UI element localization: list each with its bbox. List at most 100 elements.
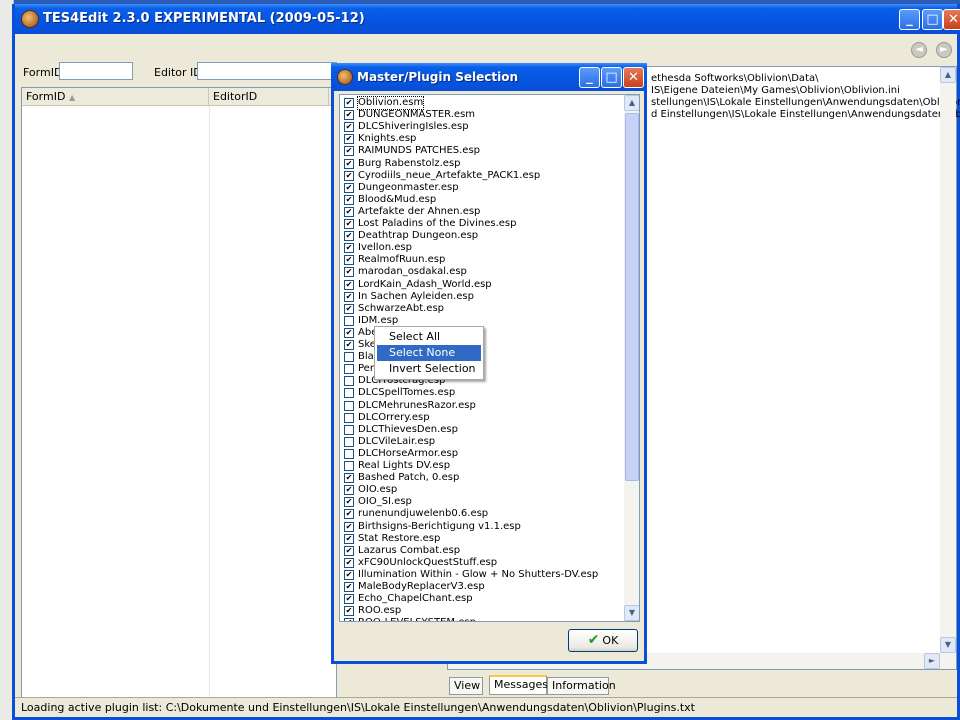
dialog-titlebar[interactable]: Master/Plugin Selection _ □ ✕ [331, 63, 647, 91]
plugin-checkbox[interactable] [344, 473, 354, 484]
plugin-item[interactable]: DLCThievesDen.esp [342, 424, 632, 436]
plugin-checkbox[interactable] [344, 388, 354, 399]
plugin-checkbox[interactable] [344, 412, 354, 423]
plugin-checkbox[interactable] [344, 364, 354, 375]
plugin-checkbox[interactable] [344, 194, 354, 205]
main-titlebar[interactable]: TES4Edit 2.3.0 EXPERIMENTAL (2009-05-12)… [15, 4, 960, 34]
plugin-checkbox[interactable] [344, 158, 354, 169]
plugin-checkbox[interactable] [344, 219, 354, 229]
plugin-checkbox[interactable] [344, 485, 354, 496]
plugin-checkbox[interactable] [344, 327, 354, 338]
plugin-checkbox[interactable] [344, 206, 354, 217]
dialog-close-button[interactable]: ✕ [623, 67, 644, 88]
scroll-up-button[interactable]: ▲ [624, 95, 639, 111]
dialog-maximize-button[interactable]: □ [601, 67, 622, 88]
forward-button[interactable]: ► [936, 42, 952, 58]
menu-item-select-none[interactable]: Select None [377, 345, 481, 361]
plugin-checkbox[interactable] [344, 170, 354, 181]
plugin-item[interactable]: runenundjuwelenb0.6.esp [342, 508, 632, 520]
plugin-checkbox[interactable] [344, 134, 354, 145]
tab-view[interactable]: View [449, 677, 483, 695]
plugin-checkbox[interactable] [344, 110, 354, 121]
messages-vscroll[interactable]: ▲ ▼ [940, 67, 956, 653]
plugin-item[interactable]: DLCOrrery.esp [342, 412, 632, 424]
column-header-editorid[interactable]: EditorID [209, 88, 329, 106]
plugin-item[interactable]: Oblivion.esm [342, 96, 632, 110]
maximize-button[interactable]: □ [922, 9, 943, 30]
plugin-item[interactable]: DLCVileLair.esp [342, 436, 632, 448]
plugin-item[interactable]: ROO.esp [342, 605, 632, 617]
plugin-item[interactable]: Ivellon.esp [342, 242, 632, 254]
record-tree[interactable]: FormID ▲ EditorID N [21, 87, 341, 699]
plugin-item[interactable]: marodan_osdakal.esp [342, 266, 632, 278]
plugin-item[interactable]: In Sachen Ayleiden.esp [342, 291, 632, 303]
formid-input[interactable] [59, 62, 133, 80]
plugin-checkbox[interactable] [344, 618, 354, 621]
plugin-checkbox[interactable] [344, 448, 354, 459]
plugin-checkbox[interactable] [344, 545, 354, 556]
plugin-item[interactable]: DLCSpellTomes.esp [342, 387, 632, 399]
plugin-item[interactable]: DLCMehrunesRazor.esp [342, 400, 632, 412]
plugin-checkbox[interactable] [344, 424, 354, 435]
plugin-checkbox[interactable] [344, 461, 354, 471]
plugin-checkbox[interactable] [344, 533, 354, 544]
plugin-item[interactable]: Bashed Patch, 0.esp [342, 472, 632, 484]
plugin-checkbox[interactable] [344, 376, 354, 387]
plugin-item[interactable]: DLCHorseArmor.esp [342, 448, 632, 460]
tab-information[interactable]: Information [547, 677, 616, 695]
plugin-checkbox[interactable] [344, 182, 354, 193]
scroll-down-button[interactable]: ▼ [940, 637, 956, 653]
plugin-item[interactable]: OIO.esp [342, 484, 632, 496]
ok-button[interactable]: ✔ OK [568, 629, 638, 652]
plugin-checkbox[interactable] [344, 146, 354, 157]
plugin-checkbox[interactable] [344, 231, 354, 242]
plugin-item[interactable]: Stat Restore.esp [342, 533, 632, 545]
plugin-item[interactable]: Burg Rabenstolz.esp [342, 158, 632, 170]
plugin-item[interactable]: LordKain_Adash_World.esp [342, 279, 632, 291]
plugin-item[interactable]: Real Lights DV.esp [342, 460, 632, 472]
plugin-item[interactable]: Knights.esp [342, 133, 632, 145]
plugin-checkbox[interactable] [344, 122, 354, 133]
plugin-checkbox[interactable] [344, 279, 354, 290]
scroll-thumb[interactable] [625, 113, 639, 481]
plugin-checkbox[interactable] [344, 400, 354, 411]
plugin-checkbox[interactable] [344, 436, 354, 447]
plugin-item[interactable]: Birthsigns-Berichtigung v1.1.esp [342, 521, 632, 533]
dialog-minimize-button[interactable]: _ [579, 67, 600, 88]
minimize-button[interactable]: _ [899, 9, 920, 30]
menu-item-invert-selection[interactable]: Invert Selection [377, 361, 481, 377]
scroll-up-button[interactable]: ▲ [940, 67, 956, 83]
plugin-item[interactable]: Artefakte der Ahnen.esp [342, 206, 632, 218]
plugin-list-vscroll[interactable]: ▲ ▼ [624, 95, 639, 621]
plugin-item[interactable]: SchwarzeAbt.esp [342, 303, 632, 315]
plugin-item[interactable]: IDM.esp [342, 315, 632, 327]
plugin-item[interactable]: OIO_SI.esp [342, 496, 632, 508]
plugin-checkbox[interactable] [344, 315, 354, 326]
plugin-item[interactable]: Lazarus Combat.esp [342, 545, 632, 557]
plugin-checkbox[interactable] [344, 594, 354, 605]
plugin-checkbox[interactable] [344, 509, 354, 520]
plugin-checkbox[interactable] [344, 606, 354, 617]
plugin-checkbox[interactable] [344, 267, 354, 278]
plugin-item[interactable]: RealmofRuun.esp [342, 254, 632, 266]
column-header-formid[interactable]: FormID ▲ [22, 88, 209, 106]
plugin-checkbox[interactable] [344, 255, 354, 266]
scroll-right-button[interactable]: ► [924, 653, 940, 669]
plugin-item[interactable]: Cyrodiils_neue_Artefakte_PACK1.esp [342, 170, 632, 182]
plugin-item[interactable]: Illumination Within - Glow + No Shutters… [342, 569, 632, 581]
plugin-checkbox[interactable] [344, 569, 354, 580]
plugin-checkbox[interactable] [344, 582, 354, 592]
plugin-item[interactable]: xFC90UnlockQuestStuff.esp [342, 557, 632, 569]
close-button[interactable]: ✕ [943, 9, 960, 30]
plugin-checkbox[interactable] [344, 557, 354, 568]
plugin-item[interactable]: ROO-LEVELSYSTEM.esp [342, 617, 632, 621]
plugin-item[interactable]: MaleBodyReplacerV3.esp [342, 581, 632, 593]
plugin-item[interactable]: Deathtrap Dungeon.esp [342, 230, 632, 242]
plugin-item[interactable]: RAIMUNDS PATCHES.esp [342, 145, 632, 157]
plugin-checkbox[interactable] [344, 303, 354, 314]
plugin-item[interactable]: Dungeonmaster.esp [342, 182, 632, 194]
plugin-checkbox[interactable] [344, 340, 354, 350]
back-button[interactable]: ◄ [911, 42, 927, 58]
plugin-checkbox[interactable] [344, 291, 354, 302]
plugin-item[interactable]: DLCShiveringIsles.esp [342, 121, 632, 133]
